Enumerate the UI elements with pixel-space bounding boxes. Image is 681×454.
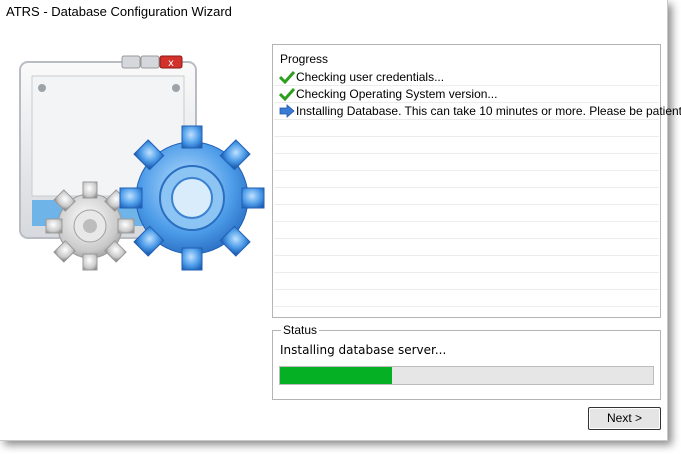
- wizard-window: ATRS - Database Configuration Wizard x P…: [0, 0, 681, 441]
- progress-row-empty: [274, 137, 659, 154]
- window-title: ATRS - Database Configuration Wizard: [6, 4, 232, 19]
- progress-step-text: Installing Database. This can take 10 mi…: [296, 104, 681, 118]
- status-legend: Status: [281, 323, 320, 337]
- progress-step: Checking user credentials...: [274, 69, 659, 86]
- progress-step: Installing Database. This can take 10 mi…: [274, 103, 681, 120]
- progress-step-text: Checking Operating System version...: [296, 87, 498, 101]
- progress-row-empty: [274, 273, 659, 290]
- progress-row-empty: [274, 205, 659, 222]
- check-icon: [279, 70, 295, 84]
- install-progress-bar: [279, 366, 654, 385]
- progress-row-empty: [274, 188, 659, 205]
- progress-row-empty: [274, 256, 659, 273]
- svg-text:x: x: [168, 58, 174, 69]
- progress-list: Progress Checking user credentials... Ch…: [272, 44, 681, 318]
- progress-step-text: Checking user credentials...: [296, 70, 445, 84]
- install-progress-fill: [280, 367, 392, 384]
- progress-row-empty: [274, 120, 659, 137]
- progress-row-empty: [274, 154, 659, 171]
- progress-row-empty: [274, 239, 659, 256]
- progress-row-empty: [274, 290, 659, 307]
- progress-step: Checking Operating System version...: [274, 86, 659, 103]
- progress-row-empty: [274, 171, 659, 188]
- check-icon: [279, 87, 295, 101]
- progress-row-empty: [274, 222, 659, 239]
- status-group: Status Installing database server...: [272, 323, 661, 400]
- settings-illustration: x: [19, 55, 265, 271]
- arrow-right-icon: [279, 104, 295, 118]
- status-message: Installing database server...: [280, 343, 447, 357]
- progress-header: Progress: [280, 52, 329, 66]
- next-button[interactable]: Next >: [588, 407, 661, 430]
